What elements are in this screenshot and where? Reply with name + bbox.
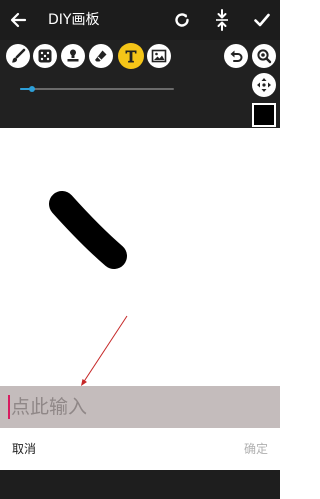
zoom-button[interactable]: [252, 44, 276, 68]
confirm-drawing-button[interactable]: [248, 6, 276, 34]
undo-icon: [228, 48, 244, 64]
brush-size-slider[interactable]: [20, 86, 174, 92]
annotation-arrow-head: [81, 379, 87, 386]
back-arrow-icon: [9, 11, 27, 29]
brush-icon: [10, 48, 26, 64]
drawing-toolbar: 50: [0, 40, 280, 122]
rotate-button[interactable]: [168, 6, 196, 34]
compress-icon: [214, 9, 230, 31]
current-color-swatch[interactable]: [252, 103, 276, 127]
move-button[interactable]: [252, 73, 276, 97]
brush-stroke: [49, 191, 127, 269]
text-icon: [123, 48, 139, 64]
image-icon: [151, 48, 167, 64]
top-app-bar: DIY画板: [0, 0, 280, 40]
drawing-canvas[interactable]: [0, 128, 280, 386]
compress-button[interactable]: [208, 6, 236, 34]
confirm-button[interactable]: 确定: [244, 441, 268, 457]
bottom-bar: [0, 470, 280, 499]
page-title: DIY画板: [48, 12, 100, 28]
toolbar-lower-area: [0, 102, 280, 128]
dialog-action-bar: 取消 确定: [0, 428, 280, 470]
eraser-icon: [93, 48, 109, 64]
brush-tool-button[interactable]: [6, 44, 30, 68]
stamp-tool-button[interactable]: [61, 44, 85, 68]
image-tool-button[interactable]: [147, 44, 171, 68]
rotate-icon: [173, 11, 191, 29]
canvas-drawing: [49, 191, 128, 386]
text-tool-button[interactable]: [118, 43, 144, 69]
zoom-icon: [256, 48, 272, 64]
back-button[interactable]: [4, 6, 32, 34]
random-tool-button[interactable]: [33, 44, 57, 68]
check-icon: [253, 11, 271, 29]
diy-drawing-board-screen: DIY画板 点此输入 取消 确定: [0, 0, 280, 499]
cancel-button[interactable]: 取消: [12, 441, 36, 457]
text-input-field[interactable]: [11, 386, 271, 428]
eraser-tool-button[interactable]: [89, 44, 113, 68]
move-icon: [256, 77, 272, 93]
text-input-bar: [0, 386, 280, 428]
stamp-icon: [65, 48, 81, 64]
undo-button[interactable]: [224, 44, 248, 68]
annotation-arrow-line: [82, 315, 128, 384]
text-cursor: [8, 395, 10, 419]
dice-icon: [37, 48, 53, 64]
